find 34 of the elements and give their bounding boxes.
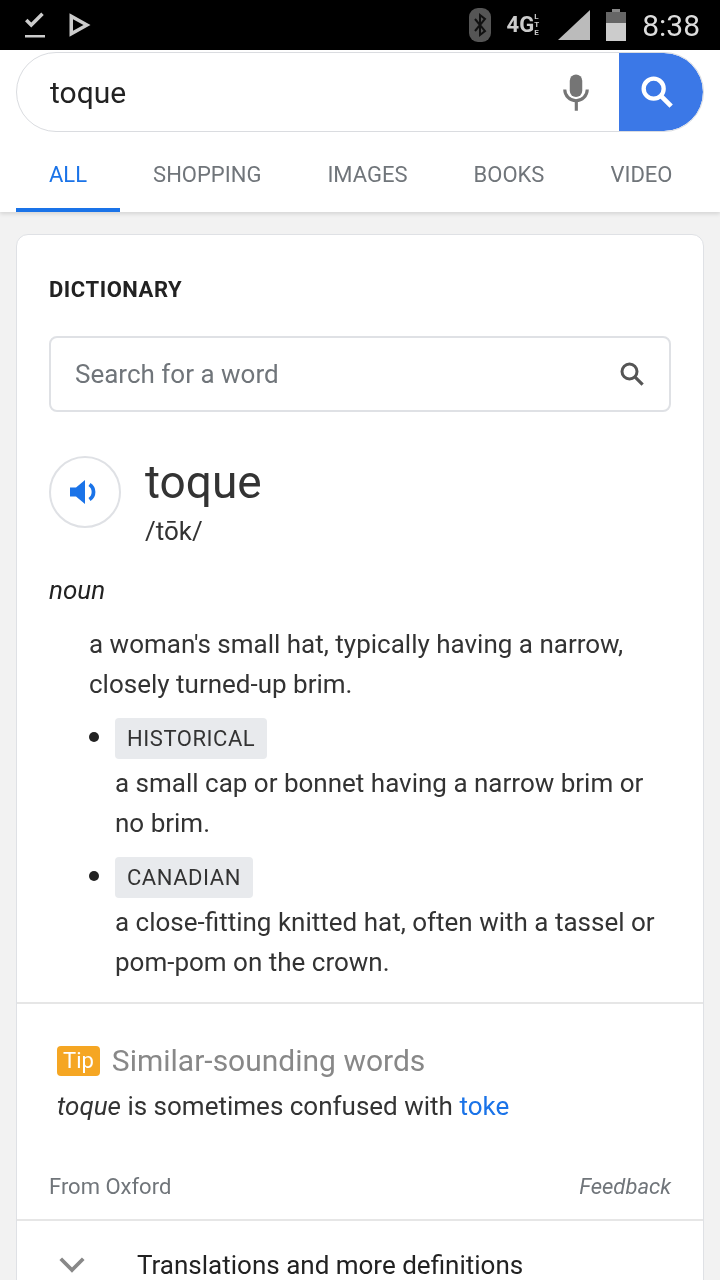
pronunciation: /tōk/ [145,515,204,548]
sense-text: a small cap or bonnet having a narrow brim or no brim. [115,767,645,840]
usage-tag: CANADIAN [115,857,253,898]
battery-icon [606,9,627,41]
tip-sentence: toque is sometimes confused with toke [57,1090,511,1123]
toke-link[interactable]: toke [459,1091,510,1121]
part-of-speech: noun [49,574,107,607]
usage-tag: HISTORICAL [115,718,268,759]
tip-badge: Tip [57,1045,100,1076]
tab[interactable]: IMAGES [294,140,441,212]
source-label: From Oxford [49,1173,172,1201]
network-label: 4G [506,14,535,36]
sense-text: a close-fitting knitted hat, often with a tassel or pom-pom on the crown. [115,906,656,979]
tab[interactable]: BOOKS [440,140,578,212]
tab[interactable]: SHOPPING [120,140,295,212]
headword: toque [145,454,262,511]
network-sub-label: LTE [534,13,541,37]
bullet [89,732,99,742]
tab[interactable]: VIDEO [577,140,673,212]
pronounce-button[interactable] [49,456,121,528]
clock-time: 8:38 [642,6,700,45]
microphone-icon[interactable] [561,72,591,112]
tip-title: Similar-sounding words [111,1042,426,1080]
definition: a woman's small hat, typically having a narrow, closely turned-up brim. [89,628,625,701]
card-heading: DICTIONARY [49,276,184,304]
search-button[interactable] [619,53,703,131]
feedback-link[interactable]: Feedback [579,1170,671,1203]
search-query: toque [50,73,128,112]
signal-icon [558,10,591,40]
bullet [89,871,99,881]
word-search-field[interactable]: Search for a word [49,336,671,412]
bluetooth-icon [468,8,491,42]
tab[interactable]: ALL [16,140,121,212]
more-definitions-row[interactable]: Translations and more definitions [17,1219,703,1280]
